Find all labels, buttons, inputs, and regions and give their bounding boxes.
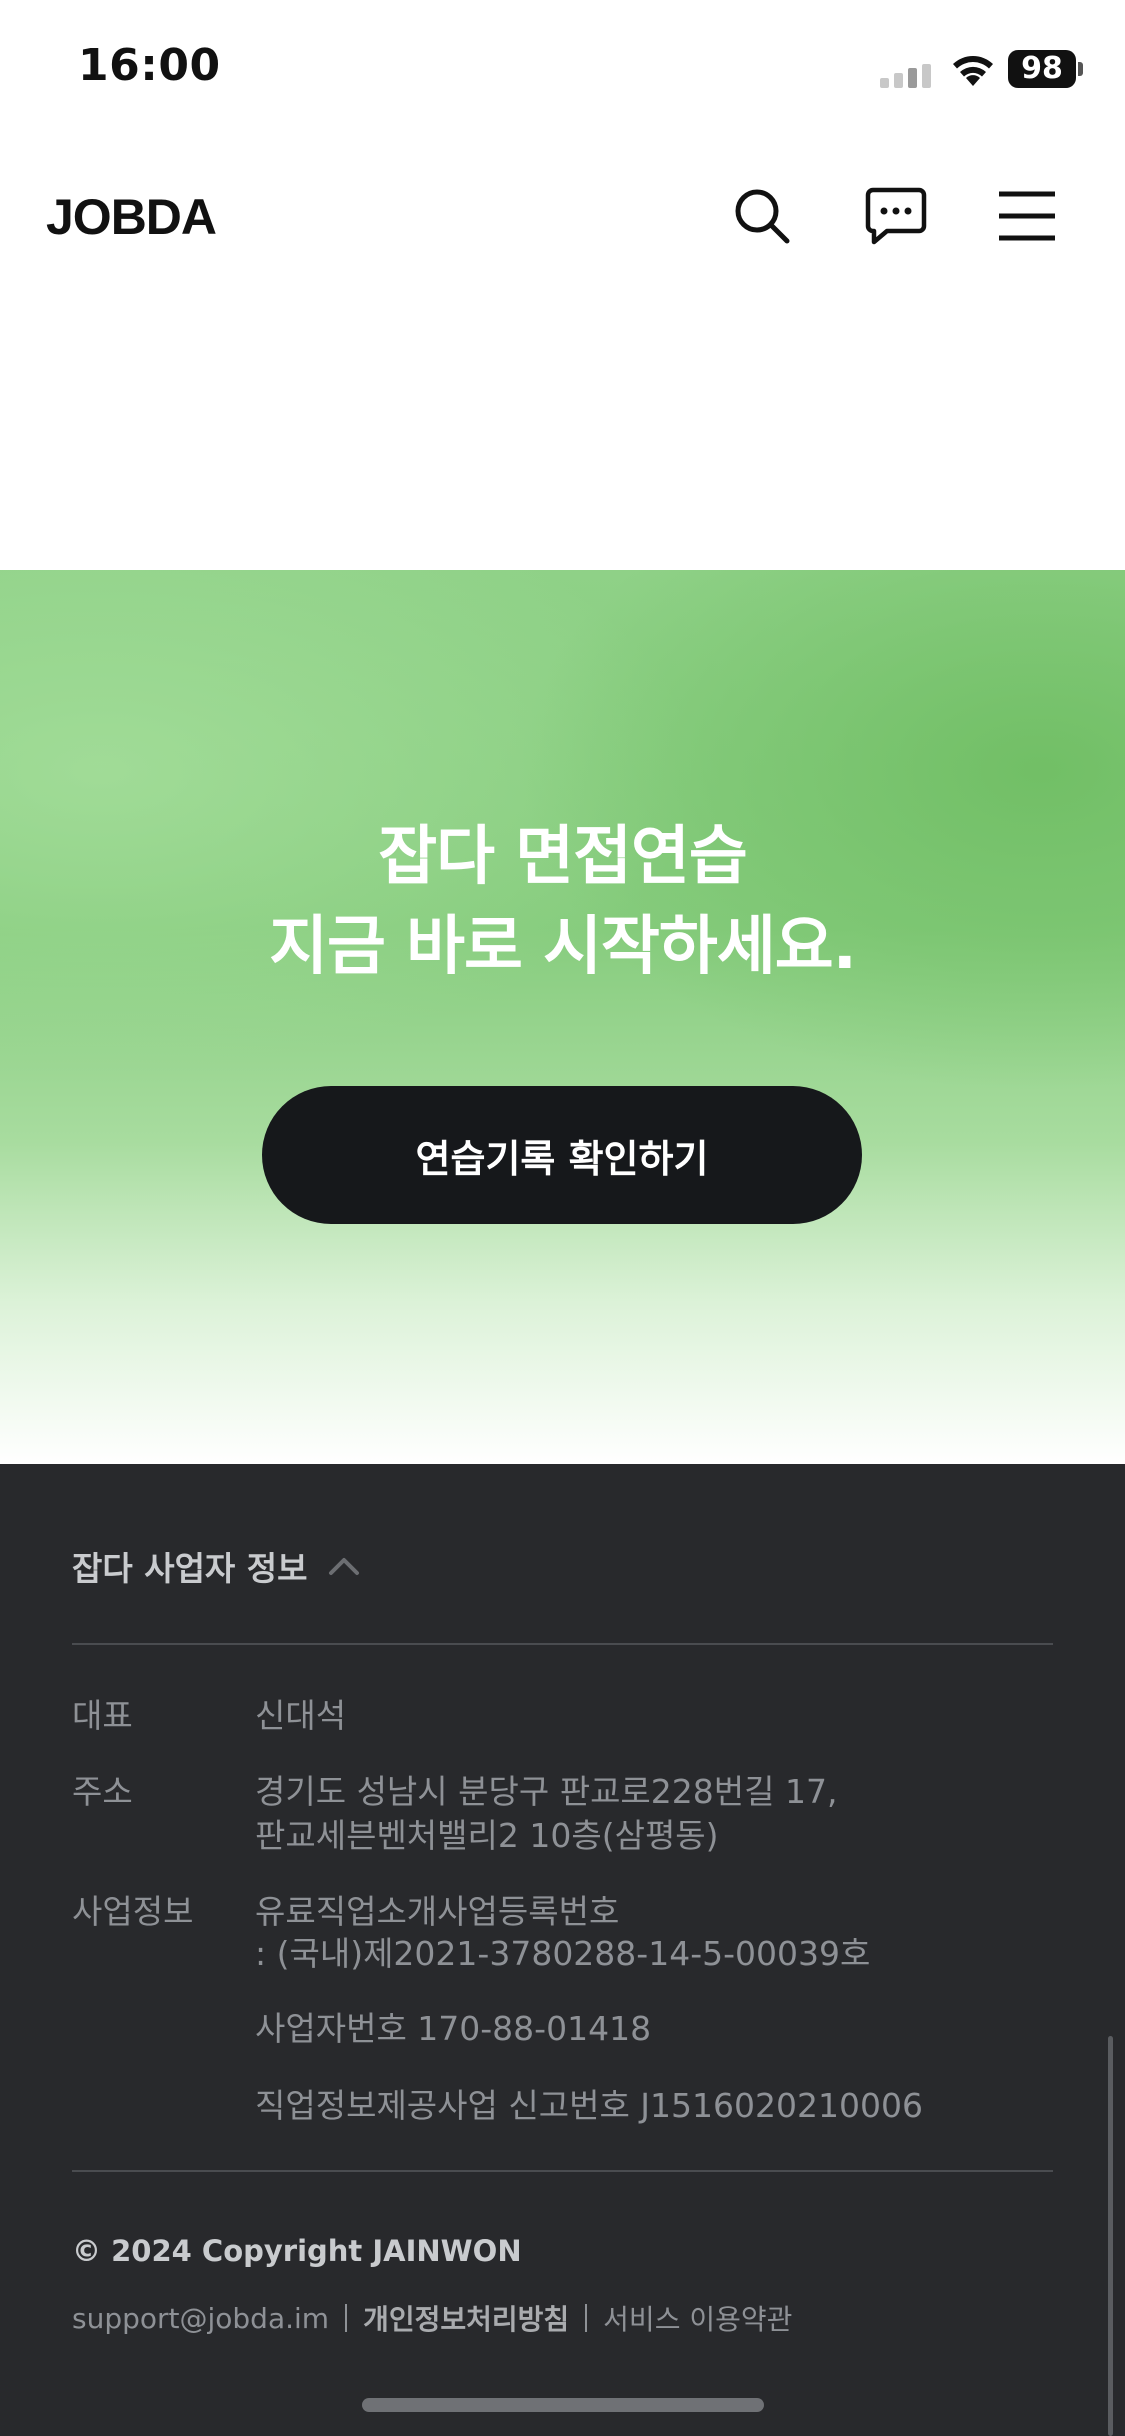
business-info-label: 사업정보 xyxy=(72,1892,194,1931)
footer-divider-bottom xyxy=(72,2170,1053,2172)
menu-button[interactable] xyxy=(993,182,1061,250)
chevron-up-icon xyxy=(328,1558,359,1575)
link-separator xyxy=(585,2304,588,2332)
job-agency-registration-label: 유료직업소개사업등록번호 xyxy=(255,1892,620,1931)
wifi-icon xyxy=(953,56,993,86)
scrollbar[interactable] xyxy=(1108,2036,1113,2436)
interview-practice-banner: 잡다 면접연습 지금 바로 시작하세요. 연습기록 확인하기 xyxy=(0,570,1125,1464)
representative-label: 대표 xyxy=(72,1696,133,1735)
address-line1: 경기도 성남시 분당구 판교로228번길 17, xyxy=(255,1772,838,1811)
banner-title-line2: 지금 바로 시작하세요. xyxy=(269,910,857,984)
view-practice-records-button[interactable]: 연습기록 확인하기 xyxy=(262,1086,862,1224)
link-separator xyxy=(345,2304,348,2332)
search-icon xyxy=(735,189,790,244)
footer-divider-top xyxy=(72,1643,1053,1645)
address-label: 주소 xyxy=(72,1772,133,1811)
banner-title-line1: 잡다 면접연습 xyxy=(378,820,748,894)
support-email-link[interactable]: support@jobda.im xyxy=(72,2302,329,2335)
privacy-policy-link[interactable]: 개인정보처리방침 xyxy=(363,2298,569,2338)
banner-title: 잡다 면접연습 지금 바로 시작하세요. xyxy=(0,812,1125,992)
jobda-logo[interactable]: JOBDA xyxy=(46,188,217,246)
business-info-title: 잡다 사업자 정보 xyxy=(72,1549,308,1588)
footer: 잡다 사업자 정보 대표 신대석 주소 경기도 성남시 분당구 판교로228번길… xyxy=(0,1464,1125,2436)
battery-indicator: 98 xyxy=(1008,50,1076,88)
menu-icon xyxy=(999,191,1055,241)
terms-of-service-link[interactable]: 서비스 이용약관 xyxy=(603,2298,792,2338)
address-line2: 판교세븐벤처밸리2 10층(삼평동) xyxy=(255,1816,719,1855)
search-button[interactable] xyxy=(728,182,796,250)
representative-value: 신대석 xyxy=(255,1696,347,1735)
status-time: 16:00 xyxy=(78,40,221,91)
copyright: © 2024 Copyright JAINWON xyxy=(72,2234,522,2268)
job-info-report-number: 직업정보제공사업 신고번호 J1516020210006 xyxy=(255,2086,923,2125)
battery-cap xyxy=(1078,62,1083,76)
home-indicator[interactable] xyxy=(362,2398,764,2412)
chat-button[interactable] xyxy=(862,182,930,250)
business-info-toggle[interactable]: 잡다 사업자 정보 xyxy=(72,1542,360,1590)
status-bar: 16:00 98 xyxy=(0,0,1125,140)
top-navigation: JOBDA xyxy=(0,140,1125,290)
job-agency-registration-number: : (국내)제2021-3780288-14-5-00039호 xyxy=(255,1934,871,1973)
footer-links: support@jobda.im 개인정보처리방침 서비스 이용약관 xyxy=(72,2298,792,2338)
business-registration-number: 사업자번호 170-88-01418 xyxy=(255,2009,652,2048)
cellular-signal-icon xyxy=(880,64,931,88)
chat-icon xyxy=(865,187,927,245)
